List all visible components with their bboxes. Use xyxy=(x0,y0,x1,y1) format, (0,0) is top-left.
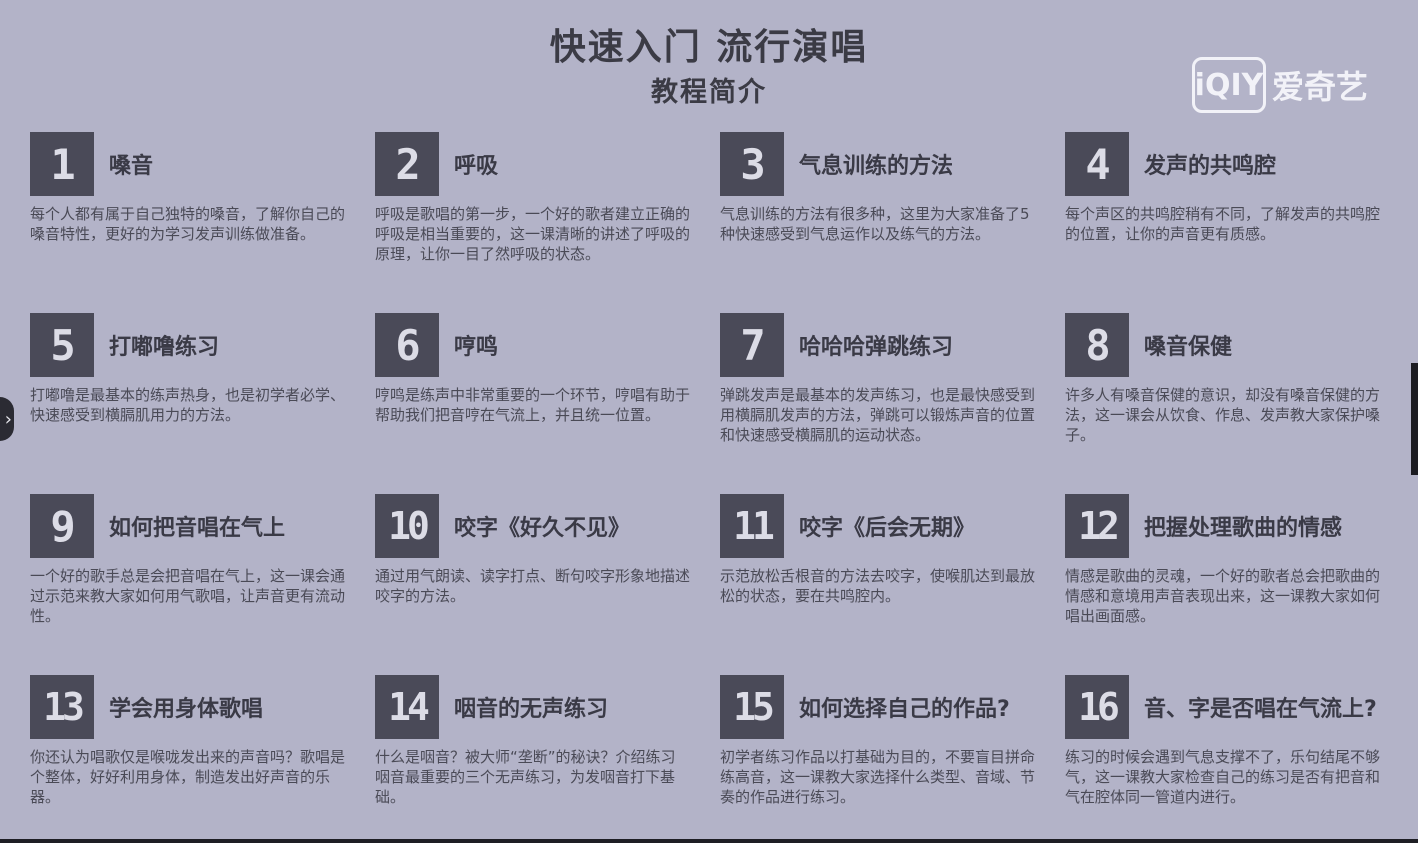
lesson-description: 许多人有嗓音保健的意识，却没有嗓音保健的方法，这一课会从饮食、作息、发声教大家保… xyxy=(1065,386,1381,444)
lesson-number: 8 xyxy=(1065,313,1129,377)
lesson-number: 3 xyxy=(720,132,784,196)
lesson-number: 7 xyxy=(720,313,784,377)
bottom-border xyxy=(0,839,1418,843)
lesson-title: 嗓音 xyxy=(109,154,154,179)
lesson-description: 哼鸣是练声中非常重要的一个环节，哼唱有助于帮助我们把音哼在气流上，并且统一位置。 xyxy=(375,386,691,424)
lesson-description: 通过用气朗读、读字打点、断句咬字形象地描述咬字的方法。 xyxy=(375,567,691,605)
watermark-brand: 爱奇艺 xyxy=(1272,68,1369,106)
lesson-number: 4 xyxy=(1065,132,1129,196)
watermark: iQIY 爱奇艺 xyxy=(1192,55,1368,115)
side-scroll-handle[interactable] xyxy=(1411,363,1418,475)
lesson-description: 打嘟噜是最基本的练声热身，也是初学者必学、快速感受到横膈肌用力的方法。 xyxy=(30,386,346,424)
lesson-title: 发声的共鸣腔 xyxy=(1144,154,1277,179)
lesson-description: 练习的时候会遇到气息支撑不了，乐句结尾不够气，这一课教大家检查自己的练习是否有把… xyxy=(1065,748,1381,806)
lesson-description: 一个好的歌手总是会把音唱在气上，这一课会通过示范来教大家如何用气歌唱，让声音更有… xyxy=(30,567,346,625)
lesson-number: 13 xyxy=(30,675,94,739)
lesson-title: 哼鸣 xyxy=(454,335,499,360)
lesson-description: 你还认为唱歌仅是喉咙发出来的声音吗？歌唱是个整体，好好利用身体，制造发出好声音的… xyxy=(30,748,346,806)
lesson-title: 哈哈哈弹跳练习 xyxy=(799,335,954,360)
lesson-title: 咬字《好久不见》 xyxy=(454,516,631,541)
lesson-number: 11 xyxy=(720,494,784,558)
lesson-number: 12 xyxy=(1065,494,1129,558)
lesson-number: 9 xyxy=(30,494,94,558)
lesson-number: 14 xyxy=(375,675,439,739)
lesson-title: 如何把音唱在气上 xyxy=(109,516,286,541)
lesson-description: 示范放松舌根音的方法去咬字，使喉肌达到最放松的状态，要在共鸣腔内。 xyxy=(720,567,1036,605)
lesson-description: 情感是歌曲的灵魂，一个好的歌者总会把歌曲的情感和意境用声音表现出来，这一课教大家… xyxy=(1065,567,1381,625)
lesson-title: 咬字《后会无期》 xyxy=(799,516,976,541)
lesson-number: 2 xyxy=(375,132,439,196)
previous-arrow-icon[interactable]: › xyxy=(0,397,14,441)
lesson-description: 什么是咽音？被大师“垄断”的秘诀？介绍练习咽音最重要的三个无声练习，为发咽音打下… xyxy=(375,748,676,806)
lesson-title: 嗓音保健 xyxy=(1144,335,1233,360)
lesson-description: 每个声区的共鸣腔稍有不同，了解发声的共鸣腔的位置，让你的声音更有质感。 xyxy=(1065,205,1381,243)
iqiyi-logo-icon: iQIY xyxy=(1192,57,1266,113)
lesson-title: 音、字是否唱在气流上? xyxy=(1144,697,1377,722)
lesson-title: 呼吸 xyxy=(454,154,499,179)
lesson-number: 15 xyxy=(720,675,784,739)
lesson-description: 弹跳发声是最基本的发声练习，也是最快感受到用横膈肌发声的方法，弹跳可以锻炼声音的… xyxy=(720,386,1036,444)
lesson-number: 10 xyxy=(375,494,439,558)
lesson-description: 每个人都有属于自己独特的嗓音，了解你自己的嗓音特性，更好的为学习发声训练做准备。 xyxy=(30,205,346,243)
lesson-number: 6 xyxy=(375,313,439,377)
lesson-description: 气息训练的方法有很多种，这里为大家准备了5种快速感受到气息运作以及练气的方法。 xyxy=(720,205,1030,243)
lesson-title: 气息训练的方法 xyxy=(799,154,954,179)
lesson-title: 咽音的无声练习 xyxy=(454,697,609,722)
lesson-description: 初学者练习作品以打基础为目的，不要盲目拼命练高音，这一课教大家选择什么类型、音域… xyxy=(720,748,1036,806)
lesson-number: 1 xyxy=(30,132,94,196)
lesson-title: 如何选择自己的作品? xyxy=(799,697,1010,722)
lesson-number: 16 xyxy=(1065,675,1129,739)
lesson-number: 5 xyxy=(30,313,94,377)
lesson-title: 学会用身体歌唱 xyxy=(109,697,264,722)
lesson-description: 呼吸是歌唱的第一步，一个好的歌者建立正确的呼吸是相当重要的，这一课清晰的讲述了呼… xyxy=(375,205,691,263)
lesson-title: 打嘟噜练习 xyxy=(109,335,220,360)
lesson-title: 把握处理歌曲的情感 xyxy=(1144,516,1343,541)
